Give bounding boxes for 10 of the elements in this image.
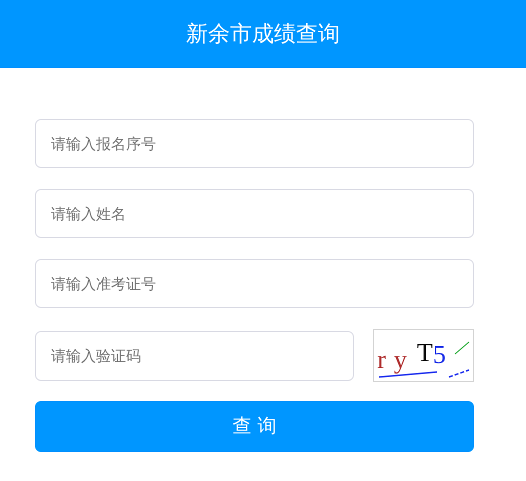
captcha-character: r [377,346,386,372]
text-input[interactable]: 请输入姓名 [35,189,474,238]
captcha-input[interactable]: 请输入验证码 [35,330,354,380]
captcha-character: y [394,346,407,372]
page-title: 新余市成绩查询 [186,20,340,48]
captcha-character: T [416,340,433,366]
text-input[interactable]: 请输入报名序号 [35,119,474,168]
text-input[interactable]: 请输入准考证号 [35,259,474,308]
captcha-character: 5 [432,342,446,368]
captcha-image[interactable]: r y T5 [373,329,474,382]
